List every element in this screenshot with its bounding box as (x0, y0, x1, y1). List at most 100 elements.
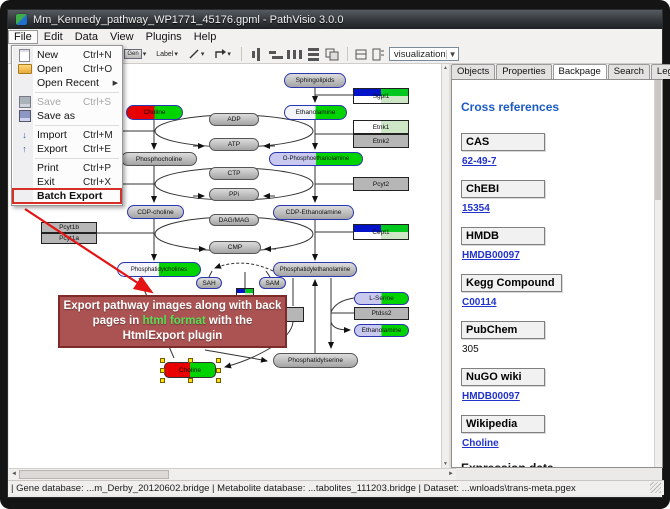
pathway-node-cept1[interactable]: Cept1 (353, 224, 409, 240)
pathway-node-ethanolamine[interactable]: Ethanolamine (284, 105, 347, 120)
tab-legend[interactable]: Legend (651, 64, 670, 79)
pathway-node-etnk1[interactable]: Etnk1 (353, 120, 409, 134)
xref-link[interactable]: HMDB00097 (462, 250, 652, 261)
pathway-node-l-serine[interactable]: L-Serine (354, 292, 409, 305)
pathway-node-pcyt2[interactable]: Pcyt2 (353, 177, 409, 191)
file-menu-exit[interactable]: Exit Ctrl+X (13, 175, 121, 189)
menu-plugins[interactable]: Plugins (140, 30, 188, 44)
pathway-node-ctp[interactable]: CTP (209, 167, 259, 180)
resize-grip[interactable] (650, 482, 661, 493)
chevron-down-icon[interactable]: ▾ (201, 50, 205, 58)
menu-file[interactable]: File (8, 30, 38, 44)
pathway-node-pcyt1a[interactable]: Pcyt1a (41, 233, 97, 244)
text-format-icon[interactable] (372, 48, 385, 61)
pathway-node-ppi[interactable]: PPi (209, 188, 259, 201)
pathway-node-phosphocholine[interactable]: Phosphocholine (121, 152, 197, 166)
distribute-horizontal-icon[interactable] (287, 48, 302, 61)
pathway-node-ptdss2[interactable]: Ptdss2 (354, 307, 409, 320)
chevron-down-icon[interactable]: ▾ (227, 50, 231, 58)
chevron-down-icon[interactable]: ▾ (143, 50, 147, 58)
pathway-node-etnk2[interactable]: Etnk2 (353, 134, 409, 148)
scrollbar-thumb[interactable] (655, 80, 661, 200)
file-menu-new[interactable]: New Ctrl+N (13, 48, 121, 62)
scroll-up-icon[interactable]: ▲ (443, 65, 448, 71)
file-menu-export[interactable]: ↑ Export Ctrl+E (13, 142, 121, 156)
pathway-node-sam[interactable]: SAM (259, 277, 286, 289)
xref-link[interactable]: C00114 (462, 297, 652, 308)
pathway-node-choline-selected[interactable]: Choline (164, 362, 216, 378)
panel-vertical-scrollbar[interactable] (654, 80, 662, 467)
pathway-node-hidden-gene-2[interactable] (284, 307, 304, 322)
pathway-node-ethanolamine-2[interactable]: Ethanolamine (354, 324, 409, 337)
file-menu-import[interactable]: ↓ Import Ctrl+M (13, 128, 121, 142)
new-file-icon (19, 49, 30, 62)
menu-view[interactable]: View (104, 30, 140, 44)
menu-edit[interactable]: Edit (38, 30, 69, 44)
pathway-node-atp[interactable]: ATP (209, 138, 259, 151)
visualization-combobox[interactable]: visualization▼ (389, 47, 459, 61)
tab-properties[interactable]: Properties (496, 64, 551, 79)
backpage-section: Wikipedia Choline (461, 414, 652, 449)
align-middle-icon[interactable] (268, 48, 283, 61)
pathway-node-o-phosphoethanolamine[interactable]: O-Phosphoethanolamine (269, 152, 363, 166)
selection-handle[interactable] (188, 358, 193, 363)
chevron-down-icon[interactable]: ▼ (446, 50, 457, 59)
selection-handle[interactable] (216, 358, 221, 363)
file-menu-batch-export[interactable]: Batch Export (13, 189, 121, 203)
tab-backpage[interactable]: Backpage (553, 64, 607, 79)
scroll-down-icon[interactable]: ▼ (443, 461, 448, 467)
file-menu-save[interactable]: Save Ctrl+S (13, 95, 121, 109)
title-bar[interactable]: Mm_Kennedy_pathway_WP1771_45176.gpml - P… (8, 10, 662, 29)
menu-help[interactable]: Help (188, 30, 223, 44)
selection-handle[interactable] (216, 368, 221, 373)
stack-icon[interactable] (325, 48, 340, 61)
pathway-node-pcyt1b[interactable]: Pcyt1b (41, 222, 97, 233)
selection-handle[interactable] (160, 378, 165, 383)
selection-handle[interactable] (216, 378, 221, 383)
xref-link[interactable]: 62-49-7 (462, 156, 652, 167)
pathway-node-cmp[interactable]: CMP (209, 241, 261, 254)
align-center-icon[interactable] (249, 48, 264, 61)
pathway-node-cdp-choline[interactable]: CDP-choline (127, 205, 184, 219)
section-header: CAS (461, 133, 545, 151)
new-label-button[interactable]: Label▾ (153, 48, 181, 60)
pathway-node-dag-mag[interactable]: DAG/MAG (209, 214, 259, 226)
backpage-section: HMDB HMDB00097 (461, 226, 652, 261)
distribute-vertical-icon[interactable] (306, 48, 321, 61)
tab-search[interactable]: Search (608, 64, 650, 79)
xref-link[interactable]: HMDB00097 (462, 391, 652, 402)
pathway-node-cdp-ethanolamine[interactable]: CDP-Ethanolamine (273, 205, 354, 220)
pathway-node-adp[interactable]: ADP (209, 113, 259, 126)
pathway-node-sah[interactable]: SAH (196, 277, 222, 289)
file-menu-open-recent[interactable]: Open Recent ▶ (13, 76, 121, 90)
tab-objects[interactable]: Objects (451, 64, 495, 79)
selection-handle[interactable] (188, 378, 193, 383)
file-menu-open[interactable]: Open Ctrl+O (13, 62, 121, 76)
canvas-vertical-scrollbar[interactable]: ▲ ▼ (441, 64, 449, 468)
common-bounds-icon[interactable] (355, 48, 368, 61)
file-menu-print[interactable]: Print Ctrl+P (13, 161, 121, 175)
xref-link[interactable]: Choline (462, 438, 652, 449)
menu-data[interactable]: Data (69, 30, 104, 44)
scroll-left-icon[interactable]: ◄ (11, 471, 17, 477)
file-menu-save-as[interactable]: Save as (13, 109, 121, 123)
new-gene-product-button[interactable]: Gen▾ (121, 47, 149, 61)
new-line-button[interactable]: ▾ (185, 46, 208, 62)
chevron-down-icon[interactable]: ▾ (174, 50, 178, 58)
pathway-node-sphingolipids[interactable]: Sphingolipids (284, 73, 346, 88)
selection-handle[interactable] (160, 368, 165, 373)
xref-link[interactable]: 15354 (462, 203, 652, 214)
pathway-node-phosphatidylserine[interactable]: Phosphatidylserine (273, 353, 358, 368)
menu-separator (35, 158, 119, 159)
new-connector-button[interactable]: ▾ (211, 46, 234, 62)
scroll-right-icon[interactable]: ► (448, 471, 454, 477)
status-bar: | Gene database: ...m_Derby_20120602.bri… (8, 480, 664, 495)
canvas-horizontal-scrollbar[interactable]: ◄ ► (9, 468, 456, 480)
scrollbar-thumb[interactable] (19, 470, 169, 479)
pathway-node-phosphatidylcholines[interactable]: Phosphatidylcholines (117, 262, 201, 277)
selection-handle[interactable] (160, 358, 165, 363)
pathway-node-sgpl1[interactable]: Sgpl1 (353, 88, 409, 104)
pathway-node-choline[interactable]: Choline (126, 105, 183, 120)
pathway-node-phosphatidylethanolamine[interactable]: Phosphatidylethanolamine (273, 262, 357, 277)
pathvisio-app-icon (16, 14, 27, 25)
